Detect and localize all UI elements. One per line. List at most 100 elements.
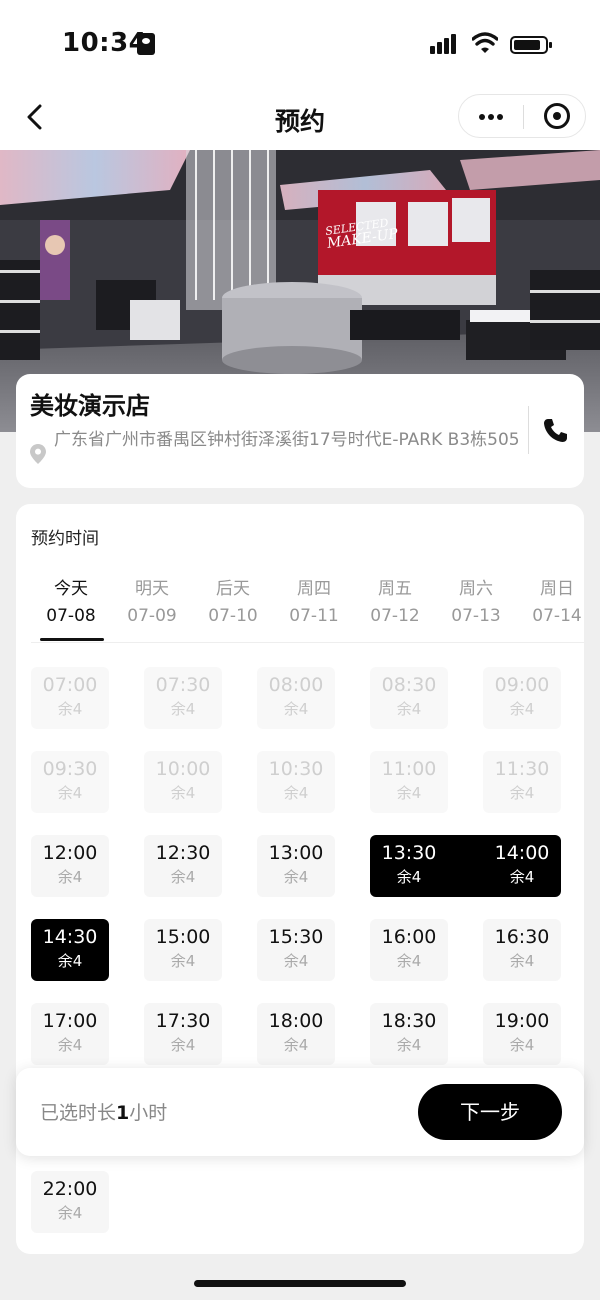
slot-remaining: 余4 — [509, 700, 535, 718]
store-info-card: 美妆演示店 广东省广州市番禺区钟村街泽溪街17号时代E-PARK B3栋505 — [16, 374, 584, 488]
time-slot[interactable]: 17:30 余4 — [144, 1003, 222, 1065]
time-slot[interactable]: 09:00 余4 — [483, 667, 561, 729]
close-target-button[interactable] — [525, 95, 587, 137]
duration-suffix: 小时 — [129, 1102, 168, 1124]
next-step-button[interactable]: 下一步 — [418, 1084, 562, 1140]
slot-remaining: 余4 — [283, 784, 309, 802]
slot-remaining: 余4 — [509, 1036, 535, 1054]
slot-time: 08:30 — [381, 674, 437, 696]
date-tab-date: 07-09 — [127, 606, 177, 626]
back-button[interactable] — [18, 98, 58, 138]
date-tab-tomorrow[interactable]: 明天 07-09 — [112, 576, 192, 630]
slot-remaining: 余4 — [396, 952, 422, 970]
date-tab-saturday[interactable]: 周六 07-13 — [436, 576, 516, 630]
slot-time: 07:00 — [42, 674, 98, 696]
slot-remaining: 余4 — [57, 952, 83, 970]
date-tab-day: 周四 — [297, 579, 331, 599]
time-slot[interactable]: 18:30 余4 — [370, 1003, 448, 1065]
duration-prefix: 已选时长 — [40, 1102, 117, 1124]
slot-time: 12:00 — [42, 842, 98, 864]
slot-remaining: 余4 — [57, 700, 83, 718]
slot-remaining: 余4 — [170, 868, 196, 886]
time-slot-selected[interactable]: 14:30 余4 — [31, 919, 109, 981]
date-tab-day-after-tomorrow[interactable]: 后天 07-10 — [193, 576, 273, 630]
time-slot[interactable]: 13:00 余4 — [257, 835, 335, 897]
slot-remaining: 余4 — [509, 952, 535, 970]
capsule-divider — [523, 105, 524, 129]
slot-remaining: 余4 — [170, 952, 196, 970]
phone-icon — [544, 419, 567, 442]
slot-remaining: 余4 — [509, 784, 535, 802]
time-slot[interactable]: 17:00 余4 — [31, 1003, 109, 1065]
date-tab-date: 07-08 — [46, 606, 96, 626]
date-tabs: 今天 07-08 明天 07-09 后天 07-10 周四 07-11 周五 0… — [16, 576, 584, 644]
selection-summary-bar: 已选时长1小时 下一步 — [16, 1068, 584, 1156]
more-button[interactable] — [459, 95, 523, 137]
slot-remaining: 余4 — [283, 952, 309, 970]
time-slot[interactable]: 12:00 余4 — [31, 835, 109, 897]
slot-remaining: 余4 — [170, 700, 196, 718]
slot-remaining: 余4 — [283, 868, 309, 886]
active-date-indicator — [40, 638, 104, 641]
slot-remaining: 余4 — [57, 784, 83, 802]
time-slot-selected[interactable]: 14:00 余4 — [483, 835, 561, 897]
time-slot[interactable]: 15:30 余4 — [257, 919, 335, 981]
time-slot[interactable]: 08:00 余4 — [257, 667, 335, 729]
time-slot[interactable]: 08:30 余4 — [370, 667, 448, 729]
time-slot[interactable]: 12:30 余4 — [144, 835, 222, 897]
date-tab-date: 07-14 — [532, 606, 582, 626]
date-tab-date: 07-13 — [451, 606, 501, 626]
time-slot[interactable]: 07:00 余4 — [31, 667, 109, 729]
slot-remaining: 余4 — [509, 868, 535, 886]
date-tab-thursday[interactable]: 周四 07-11 — [274, 576, 354, 630]
battery-icon — [510, 36, 552, 54]
cellular-signal-icon — [430, 34, 462, 54]
time-slot[interactable]: 09:30 余4 — [31, 751, 109, 813]
home-indicator — [194, 1280, 406, 1287]
location-pin-icon — [30, 444, 46, 464]
slot-remaining: 余4 — [57, 1036, 83, 1054]
slot-time: 10:00 — [155, 758, 211, 780]
time-slot[interactable]: 16:30 余4 — [483, 919, 561, 981]
slot-time: 11:00 — [381, 758, 437, 780]
slot-time: 15:30 — [268, 926, 324, 948]
slot-remaining: 余4 — [57, 1204, 83, 1222]
time-slot[interactable]: 10:30 余4 — [257, 751, 335, 813]
slot-time: 18:00 — [268, 1010, 324, 1032]
slot-time: 17:00 — [42, 1010, 98, 1032]
id-badge-icon — [137, 33, 155, 55]
date-tab-friday[interactable]: 周五 07-12 — [355, 576, 435, 630]
time-slot-selected[interactable]: 13:30 余4 — [370, 835, 448, 897]
slot-remaining: 余4 — [396, 1036, 422, 1054]
slot-time: 13:30 — [381, 842, 437, 864]
slot-remaining: 余4 — [170, 784, 196, 802]
date-tab-day: 明天 — [135, 579, 169, 599]
time-slot[interactable]: 16:00 余4 — [370, 919, 448, 981]
date-tab-today[interactable]: 今天 07-08 — [31, 576, 111, 630]
call-store-button[interactable] — [540, 416, 570, 446]
time-slot[interactable]: 11:30 余4 — [483, 751, 561, 813]
date-tab-day: 周日 — [540, 579, 574, 599]
mini-program-capsule — [458, 94, 586, 138]
store-card-divider — [528, 406, 529, 454]
slot-time: 11:30 — [494, 758, 550, 780]
slot-remaining: 余4 — [283, 1036, 309, 1054]
time-slot[interactable]: 19:00 余4 — [483, 1003, 561, 1065]
slot-time: 08:00 — [268, 674, 324, 696]
date-tab-sunday[interactable]: 周日 07-14 — [517, 576, 584, 630]
section-title: 预约时间 — [31, 529, 99, 549]
status-bar: 10:34 — [0, 0, 600, 88]
time-slot[interactable]: 07:30 余4 — [144, 667, 222, 729]
slot-time: 12:30 — [155, 842, 211, 864]
slot-time: 16:30 — [494, 926, 550, 948]
tabs-divider — [31, 642, 584, 643]
store-address: 广东省广州市番禺区钟村街泽溪街17号时代E-PARK B3栋505 — [54, 430, 520, 450]
date-tab-day: 后天 — [216, 579, 250, 599]
slot-time: 07:30 — [155, 674, 211, 696]
time-slot[interactable]: 10:00 余4 — [144, 751, 222, 813]
time-slot[interactable]: 18:00 余4 — [257, 1003, 335, 1065]
slot-time: 16:00 — [381, 926, 437, 948]
time-slot[interactable]: 11:00 余4 — [370, 751, 448, 813]
time-slot[interactable]: 15:00 余4 — [144, 919, 222, 981]
time-slot[interactable]: 22:00 余4 — [31, 1171, 109, 1233]
